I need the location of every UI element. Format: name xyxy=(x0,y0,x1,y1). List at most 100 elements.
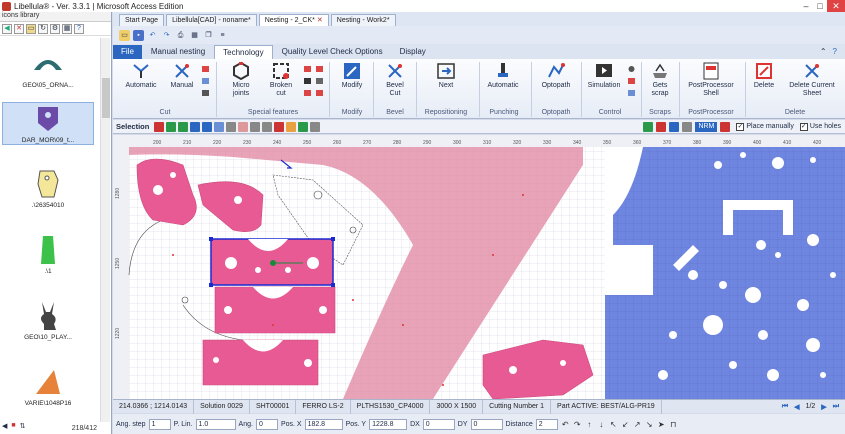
last-page-icon[interactable]: ⏭ xyxy=(833,403,839,411)
undo-icon[interactable]: ↶ xyxy=(147,30,158,41)
library-item[interactable]: GEO\10_PLAY... xyxy=(2,300,94,341)
grid-icon[interactable]: ▦ xyxy=(189,30,200,41)
zoom-icon[interactable] xyxy=(298,121,309,132)
group-icon[interactable] xyxy=(262,121,273,132)
part-center-handle[interactable] xyxy=(270,260,276,266)
nest-icon[interactable] xyxy=(286,121,297,132)
fit-icon[interactable] xyxy=(310,121,321,132)
library-help-icon[interactable]: ? xyxy=(74,23,84,34)
move-up-icon[interactable] xyxy=(166,121,177,132)
view-icon[interactable] xyxy=(669,121,680,132)
arrow-upleft-icon[interactable]: ↖ xyxy=(609,420,618,429)
tab-file[interactable]: File xyxy=(113,45,142,59)
library-settings-icon[interactable]: ⚙ xyxy=(50,23,60,34)
copy-part-icon[interactable] xyxy=(238,121,249,132)
library-back-icon[interactable]: ◀ xyxy=(2,23,12,34)
magnet-icon[interactable]: ⊓ xyxy=(669,420,678,429)
doc-tab-start-page[interactable]: Start Page xyxy=(119,14,165,26)
palette-icon[interactable] xyxy=(720,121,731,132)
rotate-icon[interactable] xyxy=(214,121,225,132)
optopath-button[interactable]: Optopath xyxy=(535,61,577,107)
library-stop-icon[interactable]: ■ xyxy=(11,422,15,430)
feature-option-icon[interactable] xyxy=(303,89,312,97)
automatic-punching-button[interactable]: Automatic xyxy=(483,61,523,107)
nrm-button[interactable]: NRM xyxy=(695,121,718,132)
control-option-icon[interactable] xyxy=(627,65,636,73)
library-view-icon[interactable]: ▦ xyxy=(62,23,72,34)
automatic-cut-button[interactable]: Automatic xyxy=(119,61,163,107)
bevel-cut-button[interactable]: Bevel Cut xyxy=(377,61,413,107)
next-page-icon[interactable]: ▶ xyxy=(821,403,826,411)
ang-field[interactable]: 0 xyxy=(255,418,278,430)
prev-page-icon[interactable]: ◀ xyxy=(794,403,799,411)
help-icon[interactable]: ? xyxy=(833,45,837,59)
posy-field[interactable]: 1228.8 xyxy=(369,418,408,430)
move-right-icon[interactable] xyxy=(202,121,213,132)
library-item[interactable]: .\1 xyxy=(2,234,94,275)
library-item[interactable]: VARIE\1048P16 xyxy=(2,366,94,407)
next-button[interactable]: Next xyxy=(427,61,465,107)
layers-icon[interactable]: ≡ xyxy=(217,30,228,41)
arrow-downleft-icon[interactable]: ↙ xyxy=(621,420,630,429)
cut-option-icon[interactable] xyxy=(201,89,210,97)
first-page-icon[interactable]: ⏮ xyxy=(782,403,788,411)
microjoints-button[interactable]: Micro joints xyxy=(221,61,261,107)
plin-field[interactable]: 1.0 xyxy=(195,418,236,430)
nesting-drawing[interactable]: 200 210 220 230 240 250 260 270 280 290 300 310 3… xyxy=(113,135,845,399)
doc-tab-nesting-2ck[interactable]: Nesting - 2_CK* ✕ xyxy=(258,14,329,26)
library-scrollbar[interactable] xyxy=(100,38,110,422)
arrow-up-icon[interactable]: ↑ xyxy=(585,420,594,429)
cut-option-icon[interactable] xyxy=(201,65,210,73)
selected-part[interactable] xyxy=(209,237,335,287)
tab-technology[interactable]: Technology xyxy=(214,45,273,59)
posx-field[interactable]: 182.8 xyxy=(304,418,343,430)
broken-cut-button[interactable]: Broken cut xyxy=(263,61,299,107)
feature-option-icon[interactable] xyxy=(315,65,324,73)
tab-display[interactable]: Display xyxy=(392,45,434,59)
gets-scrap-button[interactable]: Gets scrap xyxy=(645,61,675,107)
rotate-left-icon[interactable]: ↶ xyxy=(561,420,570,429)
ribbon-collapse-icon[interactable]: ⌃ xyxy=(820,45,827,59)
arrow-downright-icon[interactable]: ↘ xyxy=(645,420,654,429)
library-sort-icon[interactable]: ⇅ xyxy=(20,422,26,430)
tab-manual-nesting[interactable]: Manual nesting xyxy=(143,45,213,59)
control-option-icon[interactable] xyxy=(627,89,636,97)
library-left-icon[interactable]: ◀ xyxy=(2,422,7,430)
arrow-down-icon[interactable]: ↓ xyxy=(597,420,606,429)
minimize-button[interactable]: – xyxy=(799,0,813,12)
print-icon[interactable]: ⎙ xyxy=(175,30,186,41)
library-item[interactable] xyxy=(2,412,94,422)
library-item[interactable]: .\26354010 xyxy=(2,168,94,209)
close-button[interactable]: ✕ xyxy=(827,0,845,12)
postprocessor-shell-button[interactable]: PostProcessor Shell xyxy=(681,61,741,107)
cut-option-icon[interactable] xyxy=(201,77,210,85)
control-option-icon[interactable] xyxy=(627,77,636,85)
manual-cut-button[interactable]: Manual xyxy=(165,61,199,107)
dy-field[interactable]: 0 xyxy=(470,418,503,430)
scrollbar-thumb[interactable] xyxy=(102,78,110,118)
maximize-button[interactable]: □ xyxy=(813,0,827,12)
arrow-upright-icon[interactable]: ↗ xyxy=(633,420,642,429)
save-icon[interactable]: ▪ xyxy=(133,29,144,41)
move-down-icon[interactable] xyxy=(178,121,189,132)
close-tab-icon[interactable]: ✕ xyxy=(317,15,323,26)
distance-field[interactable]: 2 xyxy=(535,418,558,430)
modify-button[interactable]: Modify xyxy=(335,61,369,107)
feature-option-icon[interactable] xyxy=(315,89,324,97)
delete-button[interactable]: Delete xyxy=(749,61,779,107)
library-delete-icon[interactable]: ✕ xyxy=(14,23,24,34)
tab-quality-level[interactable]: Quality Level Check Options xyxy=(274,45,391,59)
ang-step-field[interactable]: 1 xyxy=(148,418,171,430)
doc-tab-nesting-work2[interactable]: Nesting - Work2* xyxy=(330,14,396,26)
rotate-right-icon[interactable]: ↷ xyxy=(573,420,582,429)
move-left-icon[interactable] xyxy=(190,121,201,132)
library-refresh-icon[interactable]: ↻ xyxy=(38,23,48,34)
snap-icon[interactable] xyxy=(274,121,285,132)
align-icon[interactable] xyxy=(250,121,261,132)
feature-option-icon[interactable] xyxy=(303,65,312,73)
use-holes-checkbox[interactable]: ✓ Use holes xyxy=(799,122,841,131)
feature-option-icon[interactable] xyxy=(315,77,324,85)
feature-option-icon[interactable] xyxy=(303,77,312,85)
doc-tab-cad[interactable]: Libellula[CAD] - noname* xyxy=(166,14,257,26)
open-folder-icon[interactable]: ▭ xyxy=(119,29,130,41)
